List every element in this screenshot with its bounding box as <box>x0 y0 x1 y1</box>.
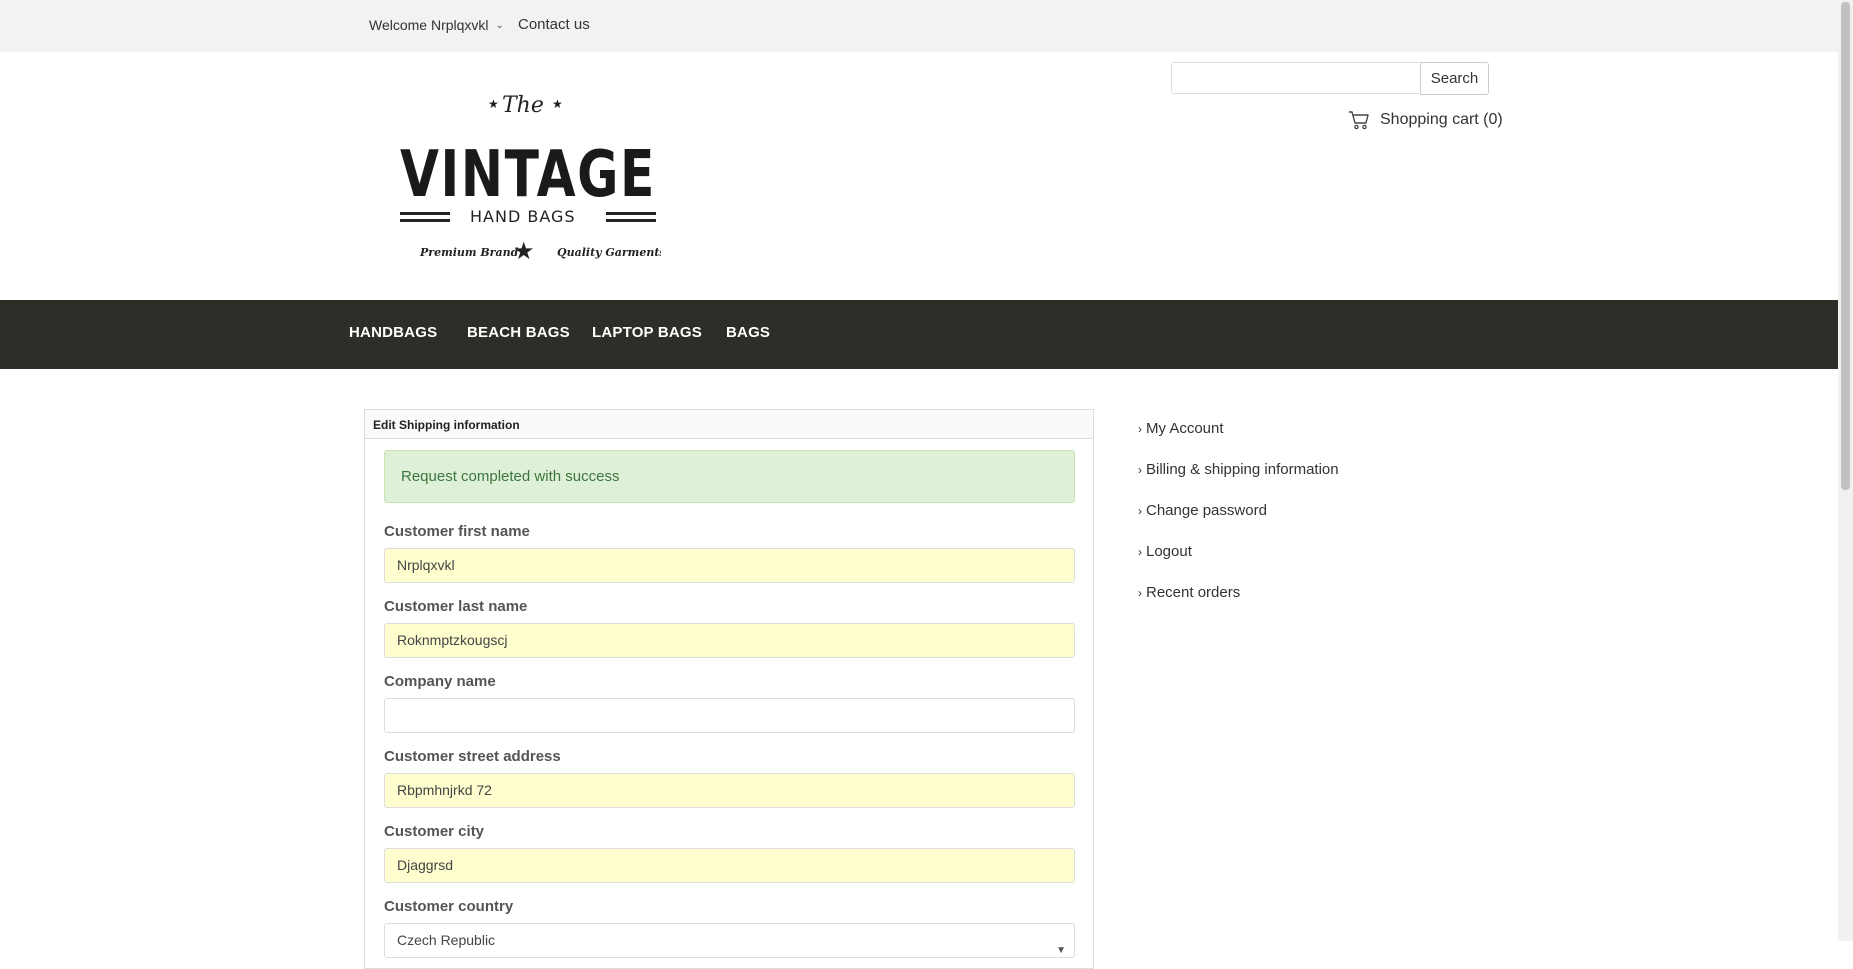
welcome-label: Welcome Nrplqxvkl <box>369 17 489 33</box>
shopping-cart-link[interactable]: Shopping cart (0) <box>1348 110 1503 130</box>
sidebar-item-my-account[interactable]: › My Account <box>1138 420 1224 437</box>
chevron-down-icon: ⌄ <box>495 19 504 31</box>
contact-us-link[interactable]: Contact us <box>518 16 590 33</box>
last-name-field[interactable]: Roknmptzkougscj <box>384 623 1075 658</box>
sidebar-item-label: Billing & shipping information <box>1146 461 1339 478</box>
sidebar-item-label: Logout <box>1146 543 1192 560</box>
nav-item-laptop-bags[interactable]: LAPTOP BAGS <box>592 324 702 341</box>
sidebar-item-label: Recent orders <box>1146 584 1241 601</box>
sidebar-item-label: Change password <box>1146 502 1267 519</box>
success-alert: Request completed with success <box>384 450 1075 503</box>
company-name-field[interactable] <box>384 698 1075 733</box>
chevron-right-icon: › <box>1138 463 1142 477</box>
company-name-label: Company name <box>384 673 496 690</box>
chevron-right-icon: › <box>1138 422 1142 436</box>
sidebar-item-logout[interactable]: › Logout <box>1138 543 1192 560</box>
country-label: Customer country <box>384 898 514 915</box>
logo-left-tag: Premium Brand <box>419 246 519 259</box>
first-name-field[interactable]: Nrplqxvkl <box>384 548 1075 583</box>
page-scrollbar[interactable] <box>1838 0 1853 941</box>
nav-item-handbags[interactable]: HANDBAGS <box>349 324 437 341</box>
star-icon: ★ <box>552 97 563 111</box>
chevron-down-icon: ▼ <box>1056 945 1066 956</box>
nav-item-bags[interactable]: BAGS <box>726 324 770 341</box>
cart-icon <box>1349 111 1369 130</box>
first-name-label: Customer first name <box>384 523 530 540</box>
sidebar-item-recent-orders[interactable]: › Recent orders <box>1138 584 1240 601</box>
street-address-label: Customer street address <box>384 748 561 765</box>
street-address-field[interactable]: Rbpmhnjrkd 72 <box>384 773 1075 808</box>
sidebar-item-billing-shipping[interactable]: › Billing & shipping information <box>1138 461 1339 478</box>
logo-sub-text: HAND BAGS <box>470 207 576 226</box>
chevron-right-icon: › <box>1138 545 1142 559</box>
panel-title: Edit Shipping information <box>365 410 1093 439</box>
search-input[interactable] <box>1171 62 1419 94</box>
main-nav: HANDBAGS BEACH BAGS LAPTOP BAGS BAGS <box>0 300 1838 369</box>
star-icon: ★ <box>513 238 535 265</box>
logo-the-text: The <box>502 93 544 118</box>
search-button[interactable]: Search <box>1420 62 1489 95</box>
nav-item-beach-bags[interactable]: BEACH BAGS <box>467 324 570 341</box>
sidebar-item-change-password[interactable]: › Change password <box>1138 502 1267 519</box>
shipping-form-panel: Edit Shipping information Request comple… <box>364 409 1094 969</box>
last-name-label: Customer last name <box>384 598 528 615</box>
logo-right-tag: Quality Garments <box>557 246 661 259</box>
shopping-cart-label: Shopping cart (0) <box>1380 111 1503 128</box>
star-icon: ★ <box>488 97 499 111</box>
country-select-value: Czech Republic <box>397 932 496 948</box>
welcome-dropdown[interactable]: Welcome Nrplqxvkl ⌄ <box>369 17 504 33</box>
city-label: Customer city <box>384 823 485 840</box>
chevron-right-icon: › <box>1138 586 1142 600</box>
city-field[interactable]: Djaggrsd <box>384 848 1075 883</box>
store-logo[interactable]: The ★ ★ VINTAGE HAND BAGS Premium Brand … <box>396 88 666 268</box>
top-bar: Welcome Nrplqxvkl ⌄ Contact us <box>0 0 1838 52</box>
chevron-right-icon: › <box>1138 504 1142 518</box>
sidebar-item-label: My Account <box>1146 420 1224 437</box>
logo-brand-text: VINTAGE <box>400 138 656 212</box>
scrollbar-thumb[interactable] <box>1841 2 1850 490</box>
